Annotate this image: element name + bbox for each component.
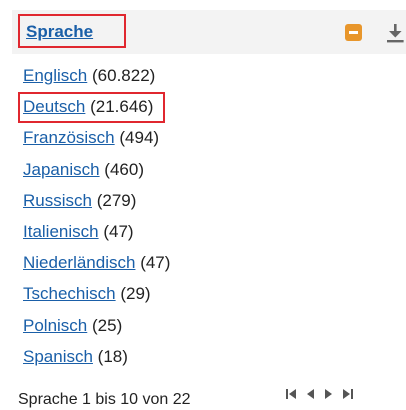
facet-item-link[interactable]: Niederländisch xyxy=(23,253,135,272)
facet-item-link[interactable]: Italienisch xyxy=(23,222,99,241)
pagination-controls xyxy=(285,387,354,405)
facet-item-link[interactable]: Deutsch xyxy=(23,97,85,116)
facet-item: Spanisch (18) xyxy=(23,347,170,378)
next-page-icon[interactable] xyxy=(324,387,333,406)
facet-item-count: (25) xyxy=(92,315,123,335)
facet-item-link[interactable]: Japanisch xyxy=(23,160,100,179)
facet-item-count: (29) xyxy=(120,284,151,304)
facet-item: Französisch (494) xyxy=(23,128,170,159)
facet-item-count: (47) xyxy=(140,253,171,273)
facet-item-count: (47) xyxy=(103,221,134,241)
language-facet-panel: Sprache Englisch (60.822) Deutsch (21.64… xyxy=(0,0,406,410)
facet-item-count: (279) xyxy=(96,190,137,210)
facet-item-link[interactable]: Tschechisch xyxy=(23,284,116,303)
collapse-icon[interactable] xyxy=(345,24,362,41)
pagination-range-text: Sprache 1 bis 10 von 22 xyxy=(18,391,191,408)
facet-item: Tschechisch (29) xyxy=(23,284,170,315)
facet-item-link[interactable]: Spanisch xyxy=(23,347,93,366)
facet-item-count: (21.646) xyxy=(90,97,154,117)
download-icon[interactable] xyxy=(384,22,406,44)
facet-header: Sprache xyxy=(12,10,406,54)
facet-item: Polnisch (25) xyxy=(23,316,170,347)
facet-item-link[interactable]: Russisch xyxy=(23,191,92,210)
facet-item: Russisch (279) xyxy=(23,191,170,222)
facet-item: Italienisch (47) xyxy=(23,222,170,253)
facet-item-link[interactable]: Englisch xyxy=(23,66,87,85)
prev-page-icon[interactable] xyxy=(306,387,315,406)
facet-item-count: (494) xyxy=(119,128,160,148)
facet-item: Deutsch (21.646) xyxy=(23,97,170,128)
facet-item: Niederländisch (47) xyxy=(23,253,170,284)
facet-item-count: (18) xyxy=(97,346,128,366)
last-page-icon[interactable] xyxy=(342,387,354,406)
facet-item: Japanisch (460) xyxy=(23,160,170,191)
facet-item: Englisch (60.822) xyxy=(23,66,170,97)
facet-item-link[interactable]: Französisch xyxy=(23,128,115,147)
facet-list: Englisch (60.822) Deutsch (21.646) Franz… xyxy=(23,66,170,378)
facet-item-count: (60.822) xyxy=(92,66,156,85)
facet-item-count: (460) xyxy=(104,159,144,179)
first-page-icon[interactable] xyxy=(285,387,297,406)
facet-title-link[interactable]: Sprache xyxy=(26,22,93,42)
facet-item-link[interactable]: Polnisch xyxy=(23,316,87,335)
